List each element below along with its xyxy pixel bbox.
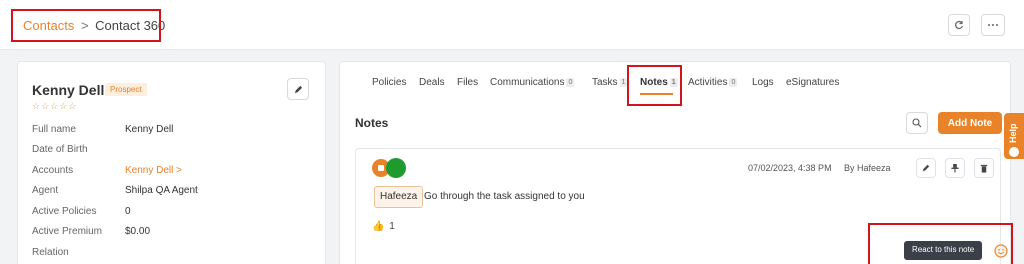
refresh-button[interactable] bbox=[948, 14, 970, 36]
reaction-pill[interactable]: 👍 1 bbox=[372, 221, 395, 232]
note-timestamp: 07/02/2023, 4:38 PM bbox=[748, 163, 832, 173]
edit-note-button[interactable] bbox=[916, 158, 936, 178]
tab-deals[interactable]: Deals bbox=[419, 77, 445, 88]
active-tab-indicator bbox=[640, 93, 673, 95]
notes-section-title: Notes bbox=[355, 116, 389, 130]
search-icon bbox=[912, 118, 922, 128]
tab-count-badge: 0 bbox=[729, 78, 738, 87]
help-label: Help bbox=[1008, 123, 1018, 143]
breadcrumb-current: Contact 360 bbox=[95, 18, 166, 33]
rating-stars[interactable]: ☆☆☆☆☆ bbox=[32, 101, 77, 112]
react-tooltip: React to this note bbox=[904, 241, 983, 260]
field-label: Relation bbox=[32, 247, 69, 258]
field-label: Date of Birth bbox=[32, 144, 88, 155]
status-badge: Prospect bbox=[105, 83, 147, 96]
page-header: Contacts > Contact 360 bbox=[0, 0, 1024, 50]
contact-card: Kenny Dell Prospect ☆☆☆☆☆ Full name Kenn… bbox=[17, 61, 326, 264]
reaction-count: 1 bbox=[389, 221, 395, 232]
tab-files[interactable]: Files bbox=[457, 77, 478, 88]
tab-communications[interactable]: Communications 0 bbox=[490, 77, 575, 88]
help-tab[interactable]: Help bbox=[1004, 113, 1024, 159]
tab-esignatures[interactable]: eSignatures bbox=[786, 77, 839, 88]
field-label: Active Policies bbox=[32, 206, 97, 217]
more-options-button[interactable] bbox=[981, 14, 1005, 36]
field-label: Accounts bbox=[32, 165, 74, 176]
add-note-button[interactable]: Add Note bbox=[938, 112, 1002, 134]
pin-icon bbox=[951, 163, 959, 173]
tab-count-badge: 0 bbox=[566, 78, 575, 87]
field-label: Full name bbox=[32, 124, 76, 135]
note-text: Go through the task assigned to you bbox=[424, 191, 585, 202]
pencil-icon bbox=[294, 85, 302, 93]
breadcrumb-separator: > bbox=[80, 18, 89, 33]
tab-count-badge: 1 bbox=[619, 78, 628, 87]
field-value: $0.00 bbox=[125, 226, 151, 237]
tab-logs[interactable]: Logs bbox=[752, 77, 774, 88]
note-author: By Hafeeza bbox=[844, 163, 891, 173]
field-value: Kenny Dell bbox=[125, 124, 174, 135]
note-item: 07/02/2023, 4:38 PM By Hafeeza Hafeeza G… bbox=[355, 148, 1008, 264]
more-icon bbox=[988, 24, 998, 26]
main-panel: Policies Deals Files Communications 0 Tas… bbox=[339, 61, 1011, 264]
tab-tasks[interactable]: Tasks 1 bbox=[592, 77, 628, 88]
field-value: 0 bbox=[125, 206, 131, 217]
thumbs-up-icon: 👍 bbox=[372, 221, 385, 232]
pencil-icon bbox=[922, 164, 930, 172]
field-label: Agent bbox=[32, 185, 59, 196]
refresh-icon bbox=[955, 20, 964, 30]
contact-name: Kenny Dell bbox=[32, 82, 105, 98]
help-icon bbox=[1009, 147, 1019, 157]
mention-chip[interactable]: Hafeeza bbox=[374, 186, 424, 208]
breadcrumb: Contacts > Contact 360 bbox=[23, 18, 165, 33]
avatar bbox=[386, 158, 406, 178]
trash-icon bbox=[980, 164, 988, 173]
tab-policies[interactable]: Policies bbox=[372, 77, 406, 88]
pin-note-button[interactable] bbox=[945, 158, 965, 178]
tab-notes[interactable]: Notes 1 bbox=[640, 77, 678, 88]
search-notes-button[interactable] bbox=[906, 112, 928, 134]
delete-note-button[interactable] bbox=[974, 158, 994, 178]
tab-count-badge: 1 bbox=[669, 78, 678, 87]
edit-contact-button[interactable] bbox=[287, 78, 309, 100]
field-value: Shilpa QA Agent bbox=[125, 185, 198, 196]
smiley-react-icon[interactable] bbox=[994, 244, 1008, 258]
account-link[interactable]: Kenny Dell > bbox=[125, 165, 182, 176]
field-label: Active Premium bbox=[32, 226, 103, 237]
breadcrumb-contacts-link[interactable]: Contacts bbox=[23, 18, 74, 33]
tab-activities[interactable]: Activities 0 bbox=[688, 77, 738, 88]
